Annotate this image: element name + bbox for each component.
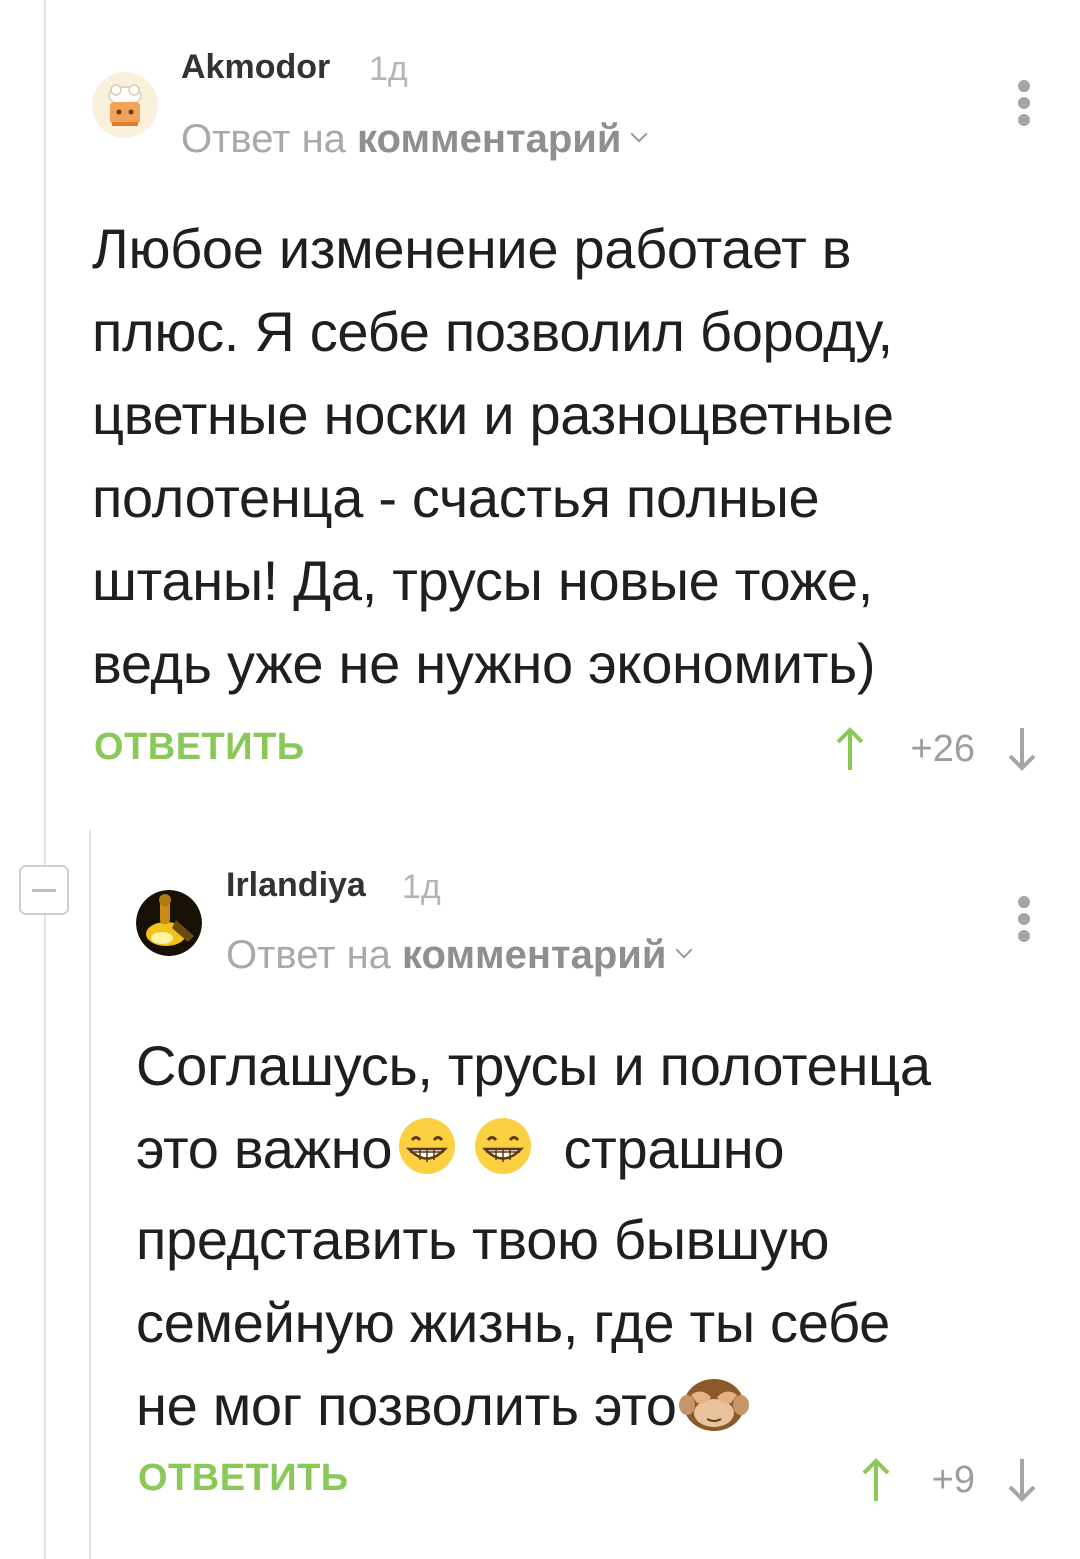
reply-to-comment-link[interactable]: комментарий	[402, 933, 666, 977]
rating-value: +9	[931, 1459, 975, 1501]
rating-value: +26	[910, 728, 975, 770]
author-name[interactable]: Irlandiya	[226, 866, 366, 905]
comment-body-line: цветные носки и разноцветные	[92, 383, 894, 446]
reply-to-line: Ответ на комментарий	[226, 933, 693, 978]
arrow-up-icon[interactable]	[856, 1455, 896, 1505]
avatar-image	[136, 890, 202, 956]
reply-button[interactable]: ОТВЕТИТЬ	[94, 726, 305, 769]
comment-body: Любое изменение работает в плюс. Я себе …	[92, 207, 1052, 705]
arrow-down-icon[interactable]	[1002, 724, 1042, 774]
comment-body-text: не мог позволить это	[136, 1374, 677, 1437]
avatar-image	[92, 72, 158, 138]
comment-body-text: страшно	[563, 1117, 785, 1180]
comment-time: 1д	[369, 50, 408, 88]
comment-body: Соглашусь, трусы и полотенца это важно с…	[136, 1024, 1056, 1455]
comment-irlandiya: Irlandiya 1д Ответ на комментарий Соглаш…	[0, 830, 1080, 1559]
user-avatar-akmodor[interactable]	[92, 72, 158, 138]
comment-body-line: полотенца - счастья полные	[92, 466, 820, 529]
chevron-down-icon[interactable]	[675, 941, 693, 959]
more-options-icon[interactable]	[1012, 78, 1036, 128]
arrow-down-icon[interactable]	[1002, 1455, 1042, 1505]
comment-body-line: представить твою бывшую	[136, 1208, 830, 1271]
reply-button[interactable]: ОТВЕТИТЬ	[138, 1457, 349, 1500]
comment-body-line: штаны! Да, трусы новые тоже,	[92, 549, 873, 612]
more-options-icon[interactable]	[1012, 894, 1036, 944]
author-name[interactable]: Akmodor	[181, 48, 330, 87]
reply-to-line: Ответ на комментарий	[181, 117, 648, 162]
comment-body-line: Соглашусь, трусы и полотенца	[136, 1034, 931, 1097]
comment-body-line-2: это важно страшно	[136, 1107, 1056, 1198]
comment-body-line-6: не мог позволить это	[136, 1364, 1056, 1455]
reply-to-prefix: Ответ на	[226, 933, 391, 977]
see-no-evil-monkey-icon	[677, 1372, 751, 1455]
comment-body-line: семейную жизнь, где ты себе	[136, 1291, 890, 1354]
reply-to-prefix: Ответ на	[181, 117, 346, 161]
reply-to-comment-link[interactable]: комментарий	[357, 117, 621, 161]
chevron-down-icon[interactable]	[630, 125, 648, 143]
grinning-face-icon	[392, 1115, 462, 1198]
grinning-face-icon	[468, 1115, 538, 1198]
comment-time: 1д	[402, 868, 441, 906]
user-avatar-irlandiya[interactable]	[136, 890, 202, 956]
comment-body-line: Любое изменение работает в	[92, 217, 852, 280]
comment-body-text: это важно	[136, 1117, 393, 1180]
comment-akmodor: Akmodor 1д Ответ на комментарий Любое из…	[0, 0, 1080, 800]
comment-body-line: плюс. Я себе позволил бороду,	[92, 300, 893, 363]
arrow-up-icon[interactable]	[830, 724, 870, 774]
comment-body-line: ведь уже не нужно экономить)	[92, 632, 876, 695]
